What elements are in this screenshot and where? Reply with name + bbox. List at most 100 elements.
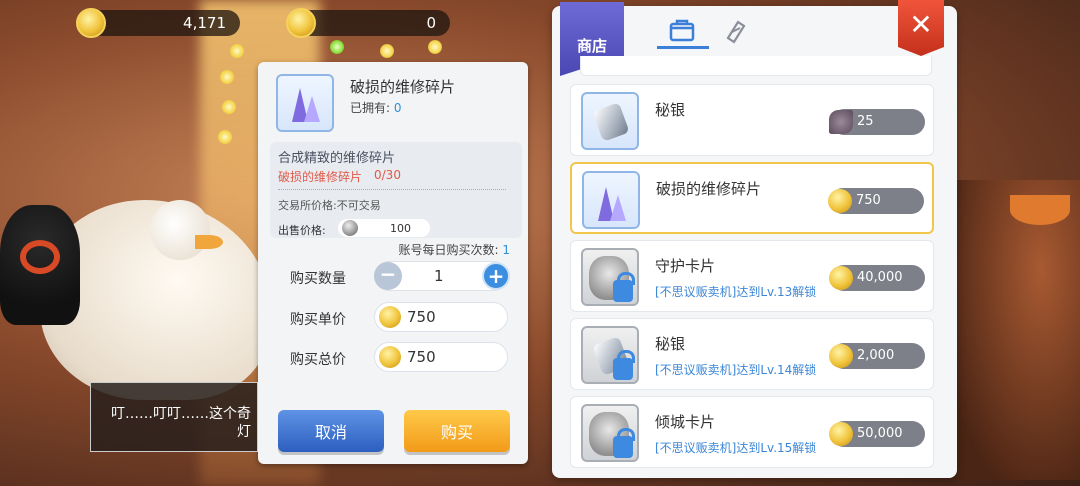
- recipe-title: 合成精致的维修碎片: [278, 151, 396, 166]
- shop-item-mithril[interactable]: 秘银 25: [570, 84, 934, 156]
- unlock-requirement: [不思议贩卖机]达到Lv.13解锁: [655, 285, 817, 299]
- shop-tab-icon: [669, 19, 695, 42]
- lamp-light: [330, 40, 344, 54]
- active-tab-indicator: [657, 46, 709, 49]
- price-value: 40,000: [857, 270, 903, 285]
- unlock-requirement: [不思议贩卖机]达到Lv.15解锁: [655, 441, 817, 455]
- headphone-accessory: [20, 240, 60, 274]
- previous-item-fragment: [580, 56, 932, 76]
- item-price: 750: [828, 188, 924, 214]
- shop-item-list[interactable]: 秘银 25 破损的维修碎片 750 守护卡片 [不思议贩卖机]达到Lv.13解锁…: [570, 56, 936, 468]
- close-icon: ✕: [909, 8, 933, 41]
- quantity-label: 购买数量: [290, 271, 346, 287]
- item-name: 秘银: [655, 335, 686, 353]
- gold-coin-icon: [829, 266, 853, 290]
- cancel-button[interactable]: 取消: [278, 410, 384, 452]
- lamp-light: [220, 70, 234, 84]
- crystal-shard-icon: [290, 84, 320, 122]
- gold-coin-icon: [828, 189, 852, 213]
- gold-coin-icon: [829, 422, 853, 446]
- recipe-count: 0/30: [374, 168, 401, 182]
- item-thumbnail: [581, 248, 639, 306]
- lamp-light: [428, 40, 442, 54]
- item-price: 25: [829, 109, 925, 135]
- buy-button[interactable]: 购买: [404, 410, 510, 452]
- lamp-light: [380, 44, 394, 58]
- item-thumbnail: [582, 171, 640, 229]
- total-price-value: 750: [407, 348, 436, 366]
- item-title: 破损的维修碎片: [350, 78, 456, 96]
- divider: [278, 189, 506, 190]
- exchange-price: 交易所价格:不可交易: [278, 199, 381, 212]
- total-price-field: 750: [374, 342, 508, 372]
- purchase-panel: 破损的维修碎片 已拥有: 0 合成精致的维修碎片 破损的维修碎片 0/30 交易…: [258, 62, 528, 464]
- lamp-light: [222, 100, 236, 114]
- crystal-shard-icon: [596, 183, 626, 221]
- tab-exchange[interactable]: [722, 18, 750, 44]
- gold-currency-bar: 4,171: [88, 10, 240, 36]
- daily-limit: 账号每日购买次数: 1: [398, 241, 510, 258]
- price-value: 50,000: [857, 426, 903, 441]
- item-name: 守护卡片: [655, 257, 716, 275]
- lock-icon: [613, 272, 635, 302]
- unlock-requirement: [不思议贩卖机]达到Lv.14解锁: [655, 363, 817, 377]
- price-value: 750: [856, 193, 881, 208]
- item-thumbnail: [276, 74, 334, 132]
- gold-amount: 4,171: [183, 14, 226, 32]
- background-decor: [950, 180, 1080, 480]
- item-price: 40,000: [829, 265, 925, 291]
- total-price-label: 购买总价: [290, 352, 346, 368]
- gold-coin-icon: [76, 8, 106, 38]
- dialogue-line-1: 叮……叮叮……这个奇: [111, 406, 251, 422]
- feather-currency-icon: [829, 110, 853, 134]
- daily-value: 1: [502, 243, 510, 257]
- unit-price-value: 750: [407, 308, 436, 326]
- owned-label: 已拥有:: [350, 101, 391, 115]
- item-price: 50,000: [829, 421, 925, 447]
- background-bowl: [1010, 195, 1070, 225]
- shop-item-beauty-card[interactable]: 倾城卡片 [不思议贩卖机]达到Lv.15解锁 50,000: [570, 396, 934, 468]
- recipe-info: 合成精致的维修碎片 破损的维修碎片 0/30 交易所价格:不可交易 出售价格: …: [270, 142, 522, 238]
- zeny-coin-icon: [342, 220, 358, 236]
- item-name: 破损的维修碎片: [656, 180, 762, 198]
- dialogue-line-2: 灯: [237, 424, 251, 440]
- sell-value: 100: [390, 222, 411, 235]
- item-thumbnail: [581, 326, 639, 384]
- special-coin-icon: [286, 8, 316, 38]
- daily-label: 账号每日购买次数:: [398, 243, 499, 257]
- gold-coin-icon: [379, 346, 401, 368]
- lock-icon: [613, 428, 635, 458]
- owned-value: 0: [393, 101, 402, 115]
- recipe-material: 破损的维修碎片: [278, 170, 363, 184]
- npc-dialogue-box[interactable]: 叮……叮叮……这个奇 灯: [90, 382, 258, 452]
- unit-price-field: 750: [374, 302, 508, 332]
- shop-item-guardian-card[interactable]: 守护卡片 [不思议贩卖机]达到Lv.13解锁 40,000: [570, 240, 934, 312]
- item-name: 倾城卡片: [655, 413, 716, 431]
- mithril-ingot-icon: [592, 102, 630, 142]
- price-value: 2,000: [857, 348, 895, 363]
- bird-head: [150, 200, 210, 260]
- lamp-light: [218, 130, 232, 144]
- item-thumbnail: [581, 92, 639, 150]
- price-value: 25: [857, 114, 874, 129]
- special-currency-bar: 0: [298, 10, 450, 36]
- gold-coin-icon: [829, 344, 853, 368]
- scroll-tab-icon: [726, 20, 746, 44]
- increase-quantity-button[interactable]: +: [482, 262, 510, 290]
- sell-label: 出售价格:: [278, 224, 326, 237]
- lamp-light: [230, 44, 244, 58]
- close-button[interactable]: ✕: [898, 0, 944, 56]
- tab-shop[interactable]: [668, 18, 696, 44]
- quantity-value: 1: [434, 267, 444, 285]
- owned-count: 已拥有: 0: [350, 99, 402, 116]
- special-amount: 0: [426, 14, 436, 32]
- shop-item-repair-shard[interactable]: 破损的维修碎片 750: [570, 162, 934, 234]
- gold-coin-icon: [379, 306, 401, 328]
- item-thumbnail: [581, 404, 639, 462]
- shop-item-mithril-locked[interactable]: 秘银 [不思议贩卖机]达到Lv.14解锁 2,000: [570, 318, 934, 390]
- decrease-quantity-button[interactable]: −: [374, 262, 402, 290]
- lock-icon: [613, 350, 635, 380]
- unit-price-label: 购买单价: [290, 312, 346, 328]
- item-price: 2,000: [829, 343, 925, 369]
- item-name: 秘银: [655, 101, 686, 119]
